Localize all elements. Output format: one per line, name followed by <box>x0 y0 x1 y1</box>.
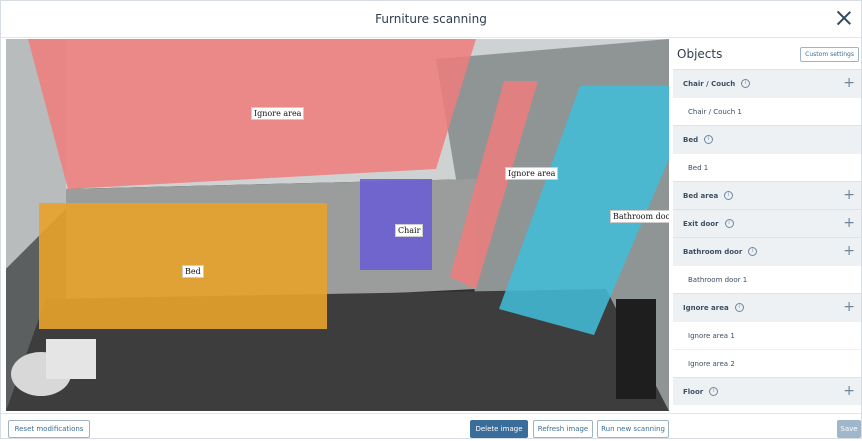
objects-header: Objects Custom settings <box>673 39 861 69</box>
info-icon[interactable]: i <box>724 191 734 200</box>
add-bathroom-door-icon[interactable]: + <box>843 243 855 259</box>
category-label: Floor <box>683 387 704 396</box>
category-floor[interactable]: Floor i + <box>673 377 861 405</box>
add-ignore-area-icon[interactable]: + <box>843 299 855 315</box>
info-icon[interactable]: i <box>741 79 751 88</box>
save-button[interactable]: Save <box>837 420 861 438</box>
ignore-area-label: Ignore area <box>505 167 559 180</box>
category-bed[interactable]: Bed i <box>673 125 861 153</box>
add-bed-area-icon[interactable]: + <box>843 187 855 203</box>
furniture-scanning-dialog: Furniture scanning Ignore area Ignore ar… <box>0 0 862 439</box>
category-label: Chair / Couch <box>683 79 736 88</box>
category-label: Bed <box>683 135 699 144</box>
objects-panel: Objects Custom settings Chair / Couch i + C… <box>673 39 861 411</box>
delete-image-button[interactable]: Delete image <box>470 420 528 438</box>
category-label: Ignore area <box>683 303 729 312</box>
category-ignore-area[interactable]: Ignore area i + <box>673 293 861 321</box>
reset-modifications-button[interactable]: Reset modifications <box>8 420 90 438</box>
object-category-list: Chair / Couch i + Chair / Couch 1 Bed i Bed 1B… <box>673 69 861 405</box>
dialog-title: Furniture scanning <box>375 12 487 26</box>
object-item[interactable]: Bathroom door 1 <box>673 265 861 293</box>
bed-label: Bed <box>182 265 204 278</box>
scan-image-viewport[interactable]: Ignore area Ignore area Bed Chair Bathro… <box>6 39 669 411</box>
category-chair-couch[interactable]: Chair / Couch i + <box>673 69 861 97</box>
category-bed-area[interactable]: Bed area i + <box>673 181 861 209</box>
refresh-image-button[interactable]: Refresh image <box>533 420 593 438</box>
run-new-scanning-button[interactable]: Run new scanning <box>597 420 669 438</box>
category-label: Bed area <box>683 191 719 200</box>
info-icon[interactable]: i <box>724 219 734 228</box>
info-icon[interactable]: i <box>704 135 714 144</box>
title-bar: Furniture scanning <box>1 1 861 38</box>
footer-bar: Reset modifications Delete image Refresh… <box>1 413 861 441</box>
object-item[interactable]: Chair / Couch 1 <box>673 97 861 125</box>
custom-settings-button[interactable]: Custom settings <box>800 46 859 62</box>
chair-label: Chair <box>395 224 424 237</box>
close-icon[interactable] <box>835 9 853 27</box>
category-exit-door[interactable]: Exit door i + <box>673 209 861 237</box>
object-item[interactable]: Bed 1 <box>673 153 861 181</box>
object-item[interactable]: Ignore area 1 <box>673 321 861 349</box>
bathroom-door-label: Bathroom door <box>610 210 669 223</box>
add-floor-icon[interactable]: + <box>843 383 855 399</box>
add-exit-door-icon[interactable]: + <box>843 215 855 231</box>
object-item[interactable]: Ignore area 2 <box>673 349 861 377</box>
ignore-area-label: Ignore area <box>251 107 305 120</box>
add-chair-couch-icon[interactable]: + <box>843 75 855 91</box>
category-bathroom-door[interactable]: Bathroom door i + <box>673 237 861 265</box>
info-icon[interactable]: i <box>748 247 758 256</box>
info-icon[interactable]: i <box>709 387 719 396</box>
category-label: Bathroom door <box>683 247 743 256</box>
objects-title: Objects <box>677 47 723 61</box>
info-icon[interactable]: i <box>734 303 744 312</box>
category-label: Exit door <box>683 219 719 228</box>
